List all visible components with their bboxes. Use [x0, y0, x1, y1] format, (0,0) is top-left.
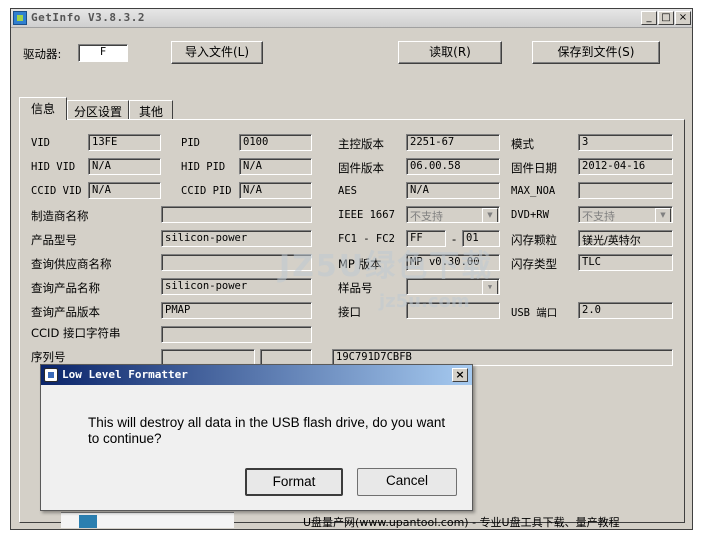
aes-label: AES	[338, 185, 357, 197]
ccid-interface-label: CCID 接口字符串	[31, 326, 121, 340]
chevron-down-icon[interactable]: ▼	[655, 208, 671, 222]
aes-field: N/A	[406, 182, 500, 199]
import-file-button[interactable]: 导入文件(L)	[171, 41, 263, 64]
dvd-rw-value: 不支持	[582, 210, 615, 223]
dialog-title: Low Level Formatter	[62, 368, 188, 381]
flash-chip-label: 闪存颗粒	[511, 233, 557, 247]
ccid-pid-field: N/A	[239, 182, 312, 199]
query-product-version-label: 查询产品版本	[31, 305, 100, 319]
save-to-file-button[interactable]: 保存到文件(S)	[532, 41, 660, 64]
dialog-close-button[interactable]: ×	[452, 368, 468, 382]
vid-label: VID	[31, 137, 50, 149]
manufacturer-label: 制造商名称	[31, 209, 89, 223]
cancel-button[interactable]: Cancel	[357, 468, 457, 496]
flash-chip-field: 镁光/英特尔	[578, 230, 673, 247]
firmware-version-label: 固件版本	[338, 161, 384, 175]
product-model-label: 产品型号	[31, 233, 77, 247]
close-button[interactable]: ×	[675, 11, 691, 25]
query-product-version-field: PMAP	[161, 302, 312, 319]
hid-vid-field: N/A	[88, 158, 161, 175]
mode-label: 模式	[511, 137, 534, 151]
app-icon	[13, 11, 27, 25]
logo-mark	[79, 515, 97, 528]
dialog-title-bar[interactable]: Low Level Formatter ×	[41, 365, 472, 385]
dvd-rw-label: DVD+RW	[511, 209, 549, 221]
drive-select[interactable]: F	[78, 44, 128, 62]
vid-field: 13FE	[88, 134, 161, 151]
hid-pid-label: HID PID	[181, 161, 226, 173]
query-vendor-label: 查询供应商名称	[31, 257, 112, 271]
dvd-rw-combo[interactable]: 不支持 ▼	[578, 206, 673, 223]
flash-type-label: 闪存类型	[511, 257, 557, 271]
mode-field: 3	[578, 134, 673, 151]
ccid-interface-field	[161, 326, 312, 343]
dialog-message: This will destroy all data in the USB fl…	[88, 415, 446, 446]
tab-info[interactable]: 信息	[19, 97, 67, 120]
interface-label: 接口	[338, 305, 361, 319]
max-noa-field	[578, 182, 673, 199]
tab-other[interactable]: 其他	[129, 100, 173, 120]
footer-text: U盘量产网(www.upantool.com) - 专业U盘工具下载、量产教程	[303, 516, 620, 529]
max-noa-label: MAX_NOA	[511, 185, 556, 197]
ccid-vid-label: CCID VID	[31, 185, 82, 197]
firmware-version-field: 06.00.58	[406, 158, 500, 175]
ccid-pid-label: CCID PID	[181, 185, 232, 197]
firmware-date-field: 2012-04-16	[578, 158, 673, 175]
minimize-button[interactable]: _	[641, 11, 657, 25]
usb-port-field: 2.0	[578, 302, 673, 319]
query-product-label: 查询产品名称	[31, 281, 100, 295]
ccid-vid-field: N/A	[88, 182, 161, 199]
window-title: GetInfo V3.8.3.2	[31, 11, 145, 24]
controller-version-field: 2251-67	[406, 134, 500, 151]
watermark-subtext: jz5u.com	[379, 291, 470, 312]
controller-version-label: 主控版本	[338, 137, 384, 151]
flash-type-field: TLC	[578, 254, 673, 271]
watermark-text: JZ5U绿色下载	[279, 249, 494, 284]
ieee1667-value: 不支持	[410, 210, 443, 223]
usb-port-label: USB 端口	[511, 307, 558, 319]
chevron-down-icon[interactable]: ▼	[482, 208, 498, 222]
logo-banner	[61, 512, 234, 528]
maximize-button[interactable]: □	[658, 11, 674, 25]
hid-vid-label: HID VID	[31, 161, 76, 173]
manufacturer-field	[161, 206, 312, 223]
ieee1667-label: IEEE 1667	[338, 209, 395, 221]
read-button[interactable]: 读取(R)	[398, 41, 502, 64]
title-bar[interactable]: GetInfo V3.8.3.2 _ □ ×	[11, 9, 692, 28]
pid-field: 0100	[239, 134, 312, 151]
format-button[interactable]: Format	[245, 468, 343, 496]
ieee1667-combo[interactable]: 不支持 ▼	[406, 206, 500, 223]
pid-label: PID	[181, 137, 200, 149]
formatter-app-icon	[44, 368, 58, 382]
drive-label: 驱动器:	[23, 47, 62, 61]
low-level-formatter-dialog: Low Level Formatter × This will destroy …	[40, 364, 473, 511]
hid-pid-field: N/A	[239, 158, 312, 175]
serial-label: 序列号	[31, 350, 66, 364]
firmware-date-label: 固件日期	[511, 161, 557, 175]
tab-partition-settings[interactable]: 分区设置	[67, 100, 129, 120]
